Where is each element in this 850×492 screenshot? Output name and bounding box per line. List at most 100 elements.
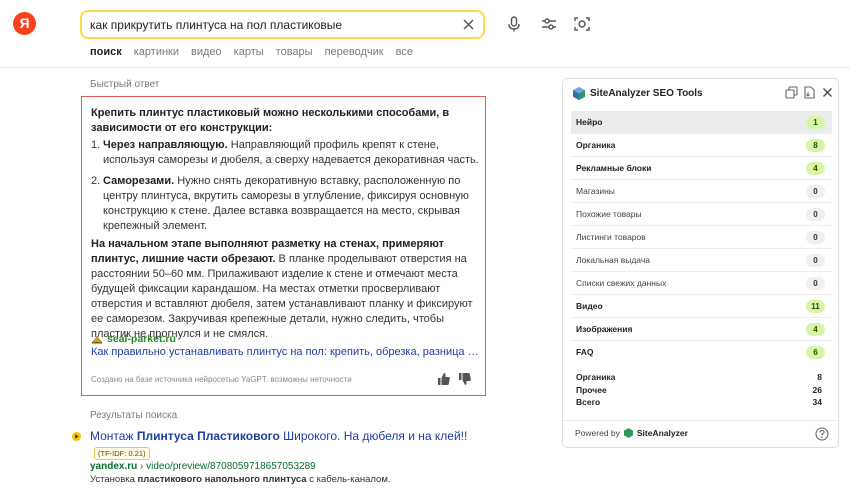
count-badge: 8	[806, 139, 825, 152]
url-domain: yandex.ru	[90, 461, 138, 472]
total-label: Органика	[576, 372, 616, 382]
panel-title: SiteAnalyzer SEO Tools	[590, 88, 703, 99]
item-title: Через направляющую.	[103, 139, 228, 151]
count-badge: 4	[806, 323, 825, 336]
count-badge: 0	[806, 208, 825, 221]
ai-note: Создано на базе источника нейросетью YaG…	[91, 375, 352, 384]
filters-icon[interactable]	[540, 15, 558, 33]
tab-goods[interactable]: товары	[276, 46, 313, 62]
count-badge: 6	[806, 346, 825, 359]
tfidf-badge: (TF-IDF: 0.21)	[94, 447, 150, 460]
search-box[interactable]	[80, 10, 485, 39]
item-number: 2.	[91, 175, 101, 187]
yandex-logo[interactable]: Я	[13, 12, 36, 35]
list-item[interactable]: Локальная выдача 0	[571, 249, 832, 272]
result-url[interactable]: yandex.ru › video/preview/87080597186570…	[90, 461, 316, 472]
row-label: Нейро	[576, 117, 603, 127]
list-item[interactable]: FAQ 6	[571, 341, 832, 364]
result-title-link[interactable]: Монтаж Плинтуса Пластикового Широкого. Н…	[90, 429, 467, 443]
site-favicon-icon	[92, 336, 102, 344]
tab-video[interactable]: видео	[191, 46, 222, 62]
answer-paragraph: На начальном этапе выполняют разметку на…	[91, 237, 479, 342]
row-label: Списки свежих данных	[576, 278, 667, 288]
total-row: Органика 8	[571, 372, 832, 385]
row-label: Видео	[576, 301, 603, 311]
tab-all[interactable]: все	[396, 46, 413, 62]
totals-summary: Органика 8 Прочее 26 Всего 34	[571, 372, 832, 410]
thumbs-up-icon[interactable]	[437, 372, 451, 386]
camera-search-icon[interactable]	[573, 15, 591, 33]
count-badge: 0	[806, 231, 825, 244]
siteanalyzer-logo-icon	[573, 87, 585, 100]
title-part: Широкого. На дюбеля и на клей!!	[279, 429, 468, 443]
play-icon	[72, 432, 81, 441]
total-label: Прочее	[576, 384, 607, 395]
count-badge: 0	[806, 254, 825, 267]
list-item[interactable]: Списки свежих данных 0	[571, 272, 832, 295]
help-icon[interactable]	[815, 427, 829, 441]
search-tabs: поиск картинки видео карты товары перево…	[90, 46, 413, 62]
count-badge: 4	[806, 162, 825, 175]
row-label: Локальная выдача	[576, 255, 650, 265]
quick-answer-label: Быстрый ответ	[90, 79, 160, 90]
row-label: Рекламные блоки	[576, 163, 652, 173]
count-badge: 11	[806, 300, 825, 313]
total-value: 34	[812, 397, 822, 407]
title-part: Монтаж	[90, 429, 137, 443]
answer-source[interactable]: seal-parket.ru	[91, 333, 176, 345]
count-badge: 0	[806, 185, 825, 198]
tab-maps[interactable]: карты	[234, 46, 264, 62]
list-item[interactable]: Органика 8	[571, 134, 832, 157]
answer-item: 2. Саморезами. Нужно снять декоративную в…	[91, 174, 479, 234]
brand-link[interactable]: SiteAnalyzer	[637, 428, 688, 438]
close-icon[interactable]	[821, 86, 834, 99]
total-row: Всего 34	[571, 397, 832, 410]
list-item[interactable]: Рекламные блоки 4	[571, 157, 832, 180]
thumbs-down-icon[interactable]	[458, 372, 472, 386]
export-icon[interactable]	[803, 86, 816, 99]
url-path: › video/preview/8708059718657053289	[137, 461, 316, 472]
total-value: 26	[812, 384, 822, 395]
tab-translator[interactable]: переводчик	[325, 46, 384, 62]
list-item[interactable]: Листинги товаров 0	[571, 226, 832, 249]
list-item[interactable]: Нейро 1	[571, 111, 832, 134]
row-label: Изображения	[576, 324, 633, 334]
serp-features-list: Нейро 1 Органика 8 Рекламные блоки 4 Магази…	[571, 111, 832, 364]
item-title: Саморезами.	[103, 175, 175, 187]
powered-by-text: Powered by	[575, 428, 620, 438]
title-bold-part: Плинтуса Пластикового	[136, 429, 280, 443]
row-label: Органика	[576, 140, 616, 150]
list-item[interactable]: Видео 11	[571, 295, 832, 318]
panel-footer: Powered by SiteAnalyzer	[575, 428, 688, 438]
tab-search[interactable]: поиск	[90, 46, 122, 62]
result-snippet: Установка пластикового напольного плинту…	[90, 474, 391, 485]
total-row: Прочее 26	[571, 385, 832, 398]
row-label: Магазины	[576, 186, 615, 196]
answer-item: 1. Через направляющую. Направляющий профи…	[91, 138, 479, 168]
snippet-part: Установка	[90, 474, 138, 485]
snippet-bold-part: пластикового напольного плинтуса	[137, 474, 307, 485]
source-domain[interactable]: seal-parket.ru	[107, 333, 176, 345]
seo-tools-panel: SiteAnalyzer SEO Tools Нейро 1 Органика 8 …	[562, 78, 839, 448]
header-divider	[0, 67, 850, 68]
tab-images[interactable]: картинки	[134, 46, 179, 62]
snippet-part: с кабель-каналом.	[306, 474, 391, 485]
row-label: FAQ	[576, 347, 594, 357]
total-value: 8	[817, 372, 822, 382]
list-item[interactable]: Изображения 4	[571, 318, 832, 341]
count-badge: 1	[806, 116, 825, 129]
copy-icon[interactable]	[785, 86, 798, 99]
close-icon[interactable]	[461, 17, 476, 32]
row-label: Похожие товары	[576, 209, 642, 219]
results-label: Результаты поиска	[90, 410, 178, 421]
row-label: Листинги товаров	[576, 232, 646, 242]
paragraph-text: В планке проделывают отверстия на рассто…	[91, 253, 473, 340]
search-input[interactable]	[90, 16, 455, 34]
total-label: Всего	[576, 397, 601, 407]
list-item[interactable]: Магазины 0	[571, 180, 832, 203]
panel-header: SiteAnalyzer SEO Tools	[563, 79, 838, 107]
item-number: 1.	[91, 139, 101, 151]
microphone-icon[interactable]	[505, 15, 523, 33]
list-item[interactable]: Похожие товары 0	[571, 203, 832, 226]
source-link[interactable]: Как правильно устанавливать плинтус на п…	[91, 346, 479, 358]
